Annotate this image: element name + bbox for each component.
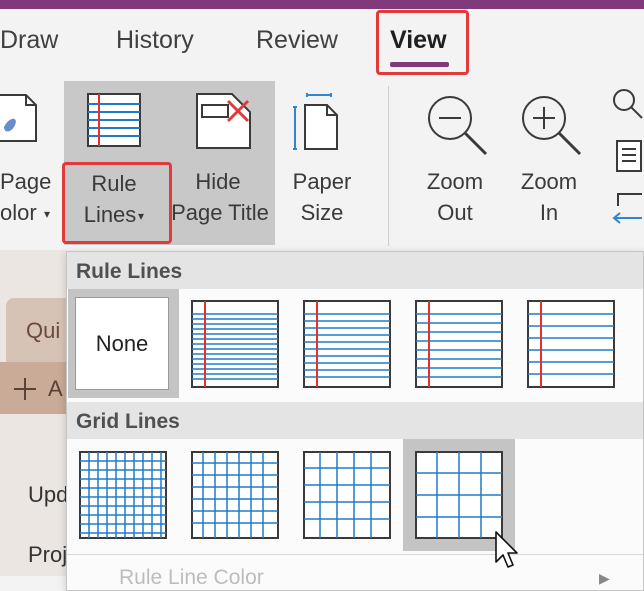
- rule-lines-section-header: Rule Lines: [67, 252, 643, 289]
- tab-history[interactable]: History: [116, 26, 194, 55]
- width-arrows-icon[interactable]: [612, 192, 644, 226]
- zoom-in-icon[interactable]: [520, 94, 582, 156]
- page-list-item-1[interactable]: Upd: [28, 482, 68, 508]
- rule-option-none[interactable]: None: [75, 297, 169, 390]
- hide-page-title-label-1: Hide: [195, 169, 241, 194]
- rule-option-wide-ruled[interactable]: [527, 300, 615, 388]
- zoom-small-icon[interactable]: [612, 88, 644, 120]
- zoom-in-label-2: In: [539, 200, 559, 225]
- grid-option-very-large[interactable]: [415, 451, 503, 539]
- hide-page-title-label-2: Page Title: [171, 200, 269, 225]
- zoom-out-icon[interactable]: [426, 94, 488, 156]
- rule-line-color-menu-item[interactable]: Rule Line Color: [119, 566, 264, 590]
- none-option-label: None: [95, 331, 149, 356]
- tab-review[interactable]: Review: [256, 26, 338, 55]
- view-tab-highlight-box: [376, 10, 469, 75]
- rule-option-narrow-ruled[interactable]: [303, 300, 391, 388]
- zoom-in-label-1: Zoom: [520, 169, 578, 194]
- page-color-icon[interactable]: [0, 93, 40, 145]
- rule-lines-icon[interactable]: [87, 93, 141, 147]
- paper-size-label-1: Paper: [292, 169, 352, 194]
- plus-icon[interactable]: [12, 376, 38, 402]
- menu-divider: [67, 554, 643, 555]
- grid-option-large[interactable]: [303, 451, 391, 539]
- mouse-cursor-icon: [495, 531, 518, 568]
- grid-lines-section-header: Grid Lines: [67, 402, 643, 439]
- page-width-icon[interactable]: [616, 140, 644, 174]
- rule-option-college-ruled[interactable]: [191, 300, 279, 388]
- submenu-arrow-icon: ▶: [599, 570, 610, 586]
- page-color-chevron-icon: ▾: [44, 207, 51, 221]
- rule-lines-highlight-box: [62, 162, 172, 244]
- zoom-out-label-1: Zoom: [426, 169, 484, 194]
- rule-lines-dropdown: Rule Lines None Grid Lines Rule Line Col…: [66, 251, 644, 591]
- add-page-label: A: [48, 376, 63, 401]
- grid-option-small[interactable]: [79, 451, 167, 539]
- grid-lines-section-title: Grid Lines: [76, 410, 180, 433]
- ribbon-group-separator: [388, 86, 389, 246]
- tab-draw[interactable]: Draw: [0, 26, 58, 55]
- rule-option-standard-ruled[interactable]: [415, 300, 503, 388]
- grid-option-medium[interactable]: [191, 451, 279, 539]
- app-title-bar: [0, 0, 644, 9]
- zoom-out-label-2: Out: [437, 200, 473, 225]
- page-list-item-2[interactable]: Proj: [28, 542, 67, 568]
- paper-size-icon[interactable]: [293, 93, 341, 151]
- page-color-label-1: Page: [0, 169, 52, 194]
- section-tab-label: Qui: [26, 318, 61, 343]
- hide-page-title-icon[interactable]: [196, 93, 252, 149]
- rule-lines-section-title: Rule Lines: [76, 260, 183, 283]
- paper-size-label-2: Size: [300, 200, 344, 225]
- page-color-label-2: olor: [0, 200, 37, 225]
